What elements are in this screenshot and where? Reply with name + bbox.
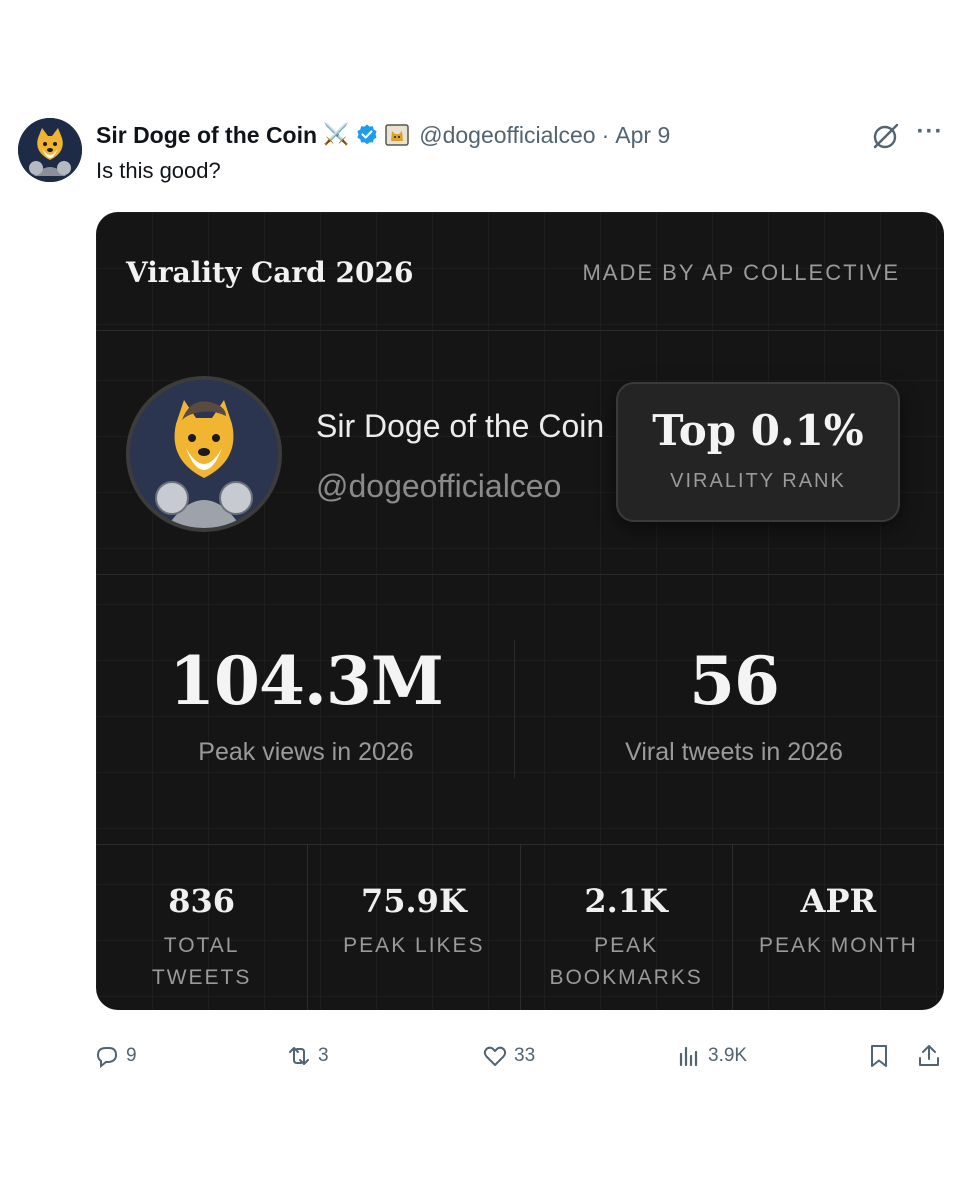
- stat-value: 836: [168, 882, 236, 920]
- peak-month-stat: APR PEAK MONTH: [733, 844, 944, 1010]
- card-credit: MADE BY AP COLLECTIVE: [582, 260, 900, 285]
- rank-label: VIRALITY RANK: [670, 470, 846, 492]
- small-stats-row: 836 TOTAL TWEETS 75.9K PEAK LIKES 2.1K P…: [96, 844, 944, 1010]
- swords-emoji: ⚔️: [323, 123, 350, 146]
- card-profile-name: Sir Doge of the Coin: [316, 408, 605, 444]
- reply-count: 9: [126, 1045, 137, 1066]
- card-divider: [96, 330, 944, 331]
- stat-value: APR: [800, 882, 877, 920]
- views-button[interactable]: 3.9K: [676, 1040, 747, 1072]
- bookmark-button[interactable]: [866, 1040, 898, 1072]
- dog-affiliate-icon[interactable]: [385, 124, 409, 146]
- stat-value: 2.1K: [584, 882, 668, 920]
- stat-divider: [514, 640, 515, 778]
- tweet: Sir Doge of the Coin ⚔️ @dogeofficialceo…: [0, 0, 960, 1200]
- views-count: 3.9K: [708, 1045, 748, 1066]
- peak-likes-stat: 75.9K PEAK LIKES: [308, 844, 521, 1010]
- card-profile-handle: @dogeofficialceo: [316, 468, 562, 504]
- tweet-text: Is this good?: [96, 158, 221, 183]
- peak-bookmarks-stat: 2.1K PEAK BOOKMARKS: [521, 844, 733, 1010]
- stat-label: PEAK MONTH: [758, 934, 918, 957]
- stat-label: Peak views in 2026: [198, 738, 414, 766]
- like-count: 33: [514, 1045, 536, 1066]
- stat-label: PEAK LIKES: [343, 934, 485, 957]
- share-icon: [919, 1045, 939, 1066]
- stat-label: PEAK BOOKMARKS: [549, 934, 703, 989]
- tweet-date[interactable]: Apr 9: [615, 122, 670, 149]
- grok-icon[interactable]: [870, 120, 902, 152]
- rank-value: Top 0.1%: [652, 406, 864, 455]
- stat-label: Viral tweets in 2026: [625, 738, 843, 766]
- author-avatar[interactable]: [18, 118, 82, 182]
- author-handle[interactable]: @dogeofficialceo: [419, 122, 595, 149]
- verified-badge-icon[interactable]: [355, 123, 379, 147]
- bookmark-icon: [871, 1045, 887, 1067]
- viral-tweets-stat: 56 Viral tweets in 2026: [524, 642, 944, 767]
- stat-label: TOTAL TWEETS: [151, 934, 252, 989]
- peak-views-stat: 104.3M Peak views in 2026: [96, 642, 516, 767]
- reply-button[interactable]: 9: [94, 1040, 137, 1072]
- author-name[interactable]: Sir Doge of the Coin: [96, 122, 317, 149]
- virality-rank-badge: Top 0.1% VIRALITY RANK: [616, 382, 900, 522]
- total-tweets-stat: 836 TOTAL TWEETS: [96, 844, 309, 1010]
- stat-value: 104.3M: [169, 642, 444, 720]
- views-icon: [679, 1046, 698, 1067]
- card-avatar: [126, 376, 282, 532]
- stat-value: 56: [689, 642, 780, 720]
- more-options-icon[interactable]: ···: [914, 118, 946, 150]
- retweet-count: 3: [318, 1045, 329, 1066]
- stat-value: 75.9K: [361, 882, 467, 920]
- card-title: Virality Card 2026: [126, 256, 414, 289]
- separator-dot: ·: [601, 121, 610, 148]
- like-button[interactable]: 33: [482, 1040, 535, 1072]
- reply-icon: [96, 1047, 118, 1069]
- share-button[interactable]: [916, 1040, 948, 1072]
- heart-icon: [483, 1046, 507, 1066]
- card-divider: [96, 574, 944, 575]
- retweet-button[interactable]: 3: [286, 1040, 329, 1072]
- tweet-header: Sir Doge of the Coin ⚔️ @dogeofficialceo…: [96, 118, 670, 152]
- retweet-icon: [289, 1047, 309, 1065]
- virality-card-image[interactable]: Virality Card 2026 MADE BY AP COLLECTIVE…: [96, 212, 944, 1010]
